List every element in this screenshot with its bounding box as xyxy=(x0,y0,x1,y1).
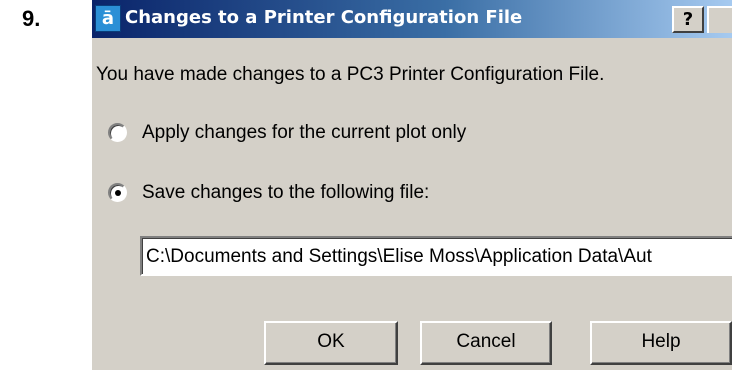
printer-config-dialog: ā Changes to a Printer Configuration Fil… xyxy=(92,0,732,370)
dialog-message: You have made changes to a PC3 Printer C… xyxy=(96,64,605,85)
option-save-label: Save changes to the following file: xyxy=(142,182,430,203)
radio-selected-icon[interactable] xyxy=(108,183,127,202)
app-icon-glyph: ā xyxy=(101,8,115,29)
ok-button[interactable]: OK xyxy=(264,321,398,365)
cancel-button[interactable]: Cancel xyxy=(420,321,552,365)
dialog-titlebar[interactable]: ā Changes to a Printer Configuration Fil… xyxy=(92,0,732,38)
app-icon: ā xyxy=(95,5,121,32)
radio-dot xyxy=(115,190,121,196)
file-path-value: C:\Documents and Settings\Elise Moss\App… xyxy=(146,246,652,267)
title-close-button[interactable] xyxy=(707,6,732,33)
file-path-field[interactable]: C:\Documents and Settings\Elise Moss\App… xyxy=(140,236,732,276)
radio-unselected-icon[interactable] xyxy=(108,123,127,142)
help-button[interactable]: Help xyxy=(590,321,732,365)
title-help-button[interactable]: ? xyxy=(672,6,704,33)
option-apply-label: Apply changes for the current plot only xyxy=(142,122,467,143)
dialog-title: Changes to a Printer Configuration File xyxy=(125,7,523,28)
step-number: 9. xyxy=(22,6,41,31)
